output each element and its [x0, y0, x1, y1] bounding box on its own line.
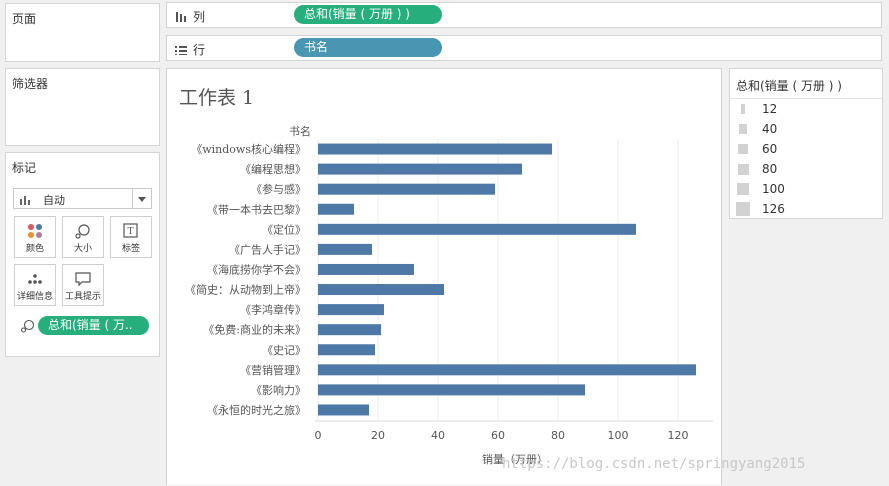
legend-item[interactable]: 40 — [730, 119, 880, 139]
pages-title: 页面 — [12, 12, 37, 26]
legend-item[interactable]: 80 — [730, 159, 880, 179]
category-label[interactable]: 《广告人手记》 — [229, 242, 306, 256]
bar[interactable] — [318, 364, 696, 376]
bar[interactable] — [318, 183, 495, 195]
category-label[interactable]: 《营销管理》 — [240, 363, 306, 377]
x-tick-label: 0 — [315, 429, 322, 442]
legend-swatch — [739, 124, 747, 134]
legend-title: 总和(销量 ( 万册 ) ) — [736, 79, 842, 93]
label-icon: T — [123, 223, 138, 238]
legend-swatch — [737, 183, 749, 195]
label-card[interactable]: T 标签 — [110, 216, 152, 258]
filters-card[interactable]: 筛选器 — [5, 68, 160, 146]
rows-label-text: 行 — [193, 43, 206, 57]
legend-item[interactable]: 60 — [730, 139, 880, 159]
x-tick-label: 60 — [491, 429, 505, 442]
tooltip-card[interactable]: 工具提示 — [62, 264, 104, 306]
mark-type-dropdown[interactable]: 自动 — [13, 188, 152, 209]
size-icon — [75, 224, 90, 239]
category-label[interactable]: 《简史：从动物到上帝》 — [185, 283, 306, 297]
marks-card: 标记 自动 颜色 大小 T 标签 详细信息 工具提示 总和(销量 (万.. — [5, 152, 160, 357]
chevron-down-icon[interactable] — [132, 189, 151, 208]
columns-measure-pill[interactable]: 总和(销量 ( 万册 ) ) — [294, 5, 442, 24]
category-label[interactable]: 《定位》 — [262, 222, 306, 236]
bar[interactable] — [318, 163, 522, 175]
category-label[interactable]: 《海底捞你学不会》 — [207, 262, 306, 276]
x-tick-label: 120 — [668, 429, 689, 442]
bar[interactable] — [318, 263, 414, 275]
bar-chart-icon — [20, 194, 34, 208]
color-icon — [28, 224, 42, 238]
bar[interactable] — [318, 344, 375, 356]
svg-text:T: T — [127, 227, 133, 237]
legend-value: 12 — [762, 102, 778, 116]
legend-value: 40 — [762, 122, 778, 136]
rows-shelf[interactable]: 行 书名 — [166, 35, 882, 61]
category-label[interactable]: 《李鸿章传》 — [240, 303, 306, 317]
tooltip-icon — [75, 272, 91, 287]
detail-card[interactable]: 详细信息 — [14, 264, 56, 306]
color-card[interactable]: 颜色 — [14, 216, 56, 258]
worksheet-view[interactable]: 工作表 1 书名 《windows核心编程》 《编程思想》 《参与感》 《带一本书去巴黎… — [166, 68, 722, 485]
columns-shelf-label: 列 — [175, 8, 205, 25]
color-card-label: 颜色 — [25, 244, 44, 254]
rows-icon — [175, 46, 187, 56]
size-legend[interactable]: 总和(销量 ( 万册 ) ) 12 40 60 80 100 126 — [729, 68, 883, 219]
detail-icon — [28, 274, 42, 284]
marks-title: 标记 — [12, 161, 37, 175]
bar[interactable] — [318, 243, 372, 255]
bar-chart[interactable]: 书名《windows核心编程》《编程思想》《参与感》《带一本书去巴黎》《定位》《… — [167, 69, 721, 486]
legend-swatch — [738, 144, 748, 154]
bar[interactable] — [318, 384, 585, 396]
category-label[interactable]: 《影响力》 — [251, 384, 306, 397]
x-tick-label: 40 — [431, 429, 445, 442]
category-label[interactable]: 《带一本书去巴黎》 — [207, 202, 306, 216]
x-tick-label: 20 — [371, 429, 385, 442]
legend-item[interactable]: 126 — [730, 199, 880, 219]
columns-label-text: 列 — [193, 10, 206, 24]
legend-swatch — [741, 104, 745, 114]
category-label[interactable]: 《史记》 — [262, 344, 306, 357]
size-card-label: 大小 — [73, 244, 92, 254]
tooltip-card-label: 工具提示 — [64, 292, 101, 302]
rows-shelf-label: 行 — [175, 41, 205, 58]
size-measure-pill[interactable]: 总和(销量 ( 万.. — [38, 316, 149, 335]
legend-swatch — [736, 202, 750, 216]
columns-icon — [176, 12, 186, 22]
legend-value: 80 — [762, 162, 778, 176]
columns-shelf[interactable]: 列 总和(销量 ( 万册 ) ) — [166, 2, 882, 28]
legend-item[interactable]: 12 — [730, 99, 880, 119]
mark-type-label: 自动 — [43, 194, 65, 207]
x-tick-label: 80 — [551, 429, 565, 442]
legend-value: 126 — [762, 202, 785, 216]
category-label[interactable]: 《免费:商业的未来》 — [203, 323, 306, 337]
filters-title: 筛选器 — [12, 77, 49, 91]
label-card-label: 标签 — [121, 244, 140, 254]
x-tick-label: 100 — [608, 429, 629, 442]
bar[interactable] — [318, 304, 384, 316]
category-label[interactable]: 《永恒的时光之旅》 — [207, 403, 306, 417]
legend-swatch — [737, 163, 749, 175]
row-header-label[interactable]: 书名 — [289, 124, 311, 138]
legend-item[interactable]: 100 — [730, 179, 880, 199]
bar[interactable] — [318, 284, 444, 296]
bar[interactable] — [318, 404, 369, 416]
legend-value: 100 — [762, 182, 785, 196]
pages-card[interactable]: 页面 — [5, 3, 160, 62]
category-label[interactable]: 《编程思想》 — [240, 162, 306, 176]
bar[interactable] — [318, 324, 381, 336]
size-card[interactable]: 大小 — [62, 216, 104, 258]
category-label[interactable]: 《参与感》 — [251, 182, 306, 196]
size-icon — [20, 319, 36, 336]
rows-dimension-pill[interactable]: 书名 — [294, 38, 442, 57]
watermark: https://blog.csdn.net/springyang2015 — [502, 456, 806, 472]
category-label[interactable]: 《windows核心编程》 — [191, 142, 306, 156]
bar[interactable] — [318, 203, 354, 215]
bar[interactable] — [318, 143, 552, 155]
detail-card-label: 详细信息 — [16, 292, 53, 302]
bar[interactable] — [318, 223, 636, 235]
legend-value: 60 — [762, 142, 778, 156]
